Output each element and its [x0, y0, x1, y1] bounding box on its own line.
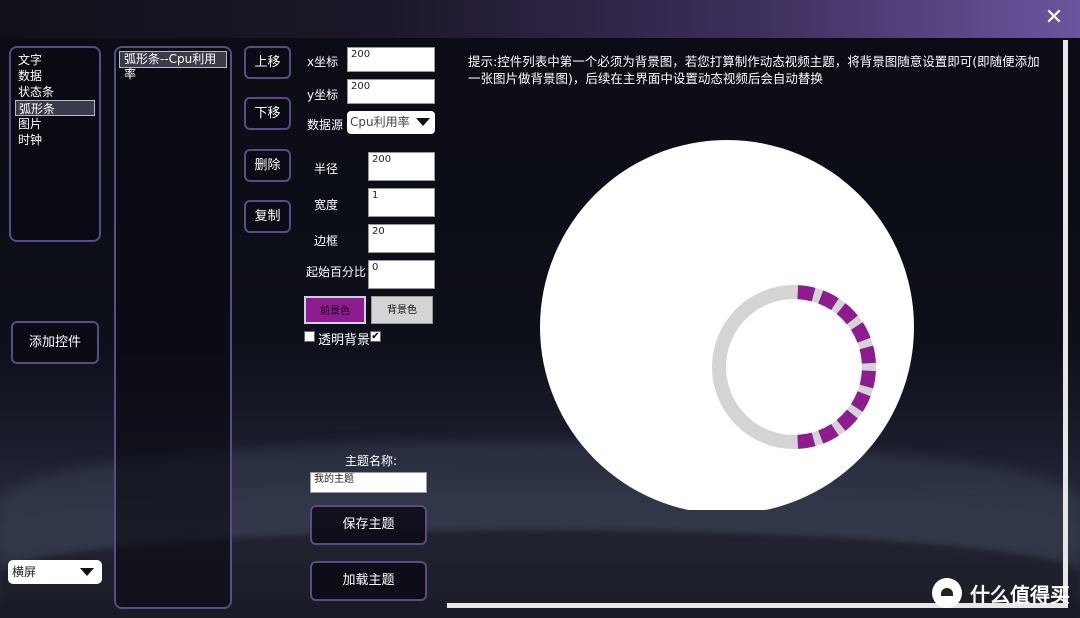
smzdm-logo-icon: [932, 578, 962, 608]
theme-preview-canvas: [540, 140, 914, 510]
type-item-text[interactable]: 文字: [15, 52, 95, 68]
type-item-status-bar[interactable]: 状态条: [15, 84, 95, 100]
data-source-label: 数据源: [307, 118, 344, 132]
background-color-button[interactable]: 背景色: [371, 296, 433, 324]
watermark-text: 什么值得买: [970, 582, 1070, 607]
type-item-arc-bar[interactable]: 弧形条: [15, 100, 95, 116]
width-input[interactable]: 1: [368, 188, 435, 217]
orientation-select[interactable]: 横屏: [8, 560, 102, 584]
radius-input[interactable]: 200: [368, 152, 435, 181]
arc-segment: [836, 303, 858, 325]
delete-button[interactable]: 删除: [244, 149, 291, 182]
width-label: 宽度: [314, 198, 339, 212]
arc-segment: [836, 409, 858, 431]
chevron-down-icon: [416, 118, 430, 126]
start-percent-label: 起始百分比: [306, 265, 367, 279]
start-percent-input[interactable]: 0: [368, 260, 435, 289]
save-theme-button[interactable]: 保存主题: [310, 505, 427, 545]
foreground-color-button[interactable]: 前景色: [304, 296, 366, 324]
control-type-list: 文字 数据 状态条 弧形条 图片 时钟: [9, 46, 101, 242]
watermark: 什么值得买: [932, 578, 1070, 608]
preview-scrollbar-vertical[interactable]: [1063, 40, 1068, 608]
y-input[interactable]: 200: [347, 79, 435, 104]
add-control-button[interactable]: 添加控件: [11, 321, 99, 364]
close-icon[interactable]: ✕: [1042, 6, 1066, 30]
arc-segment: [859, 370, 876, 389]
move-down-button[interactable]: 下移: [244, 97, 291, 130]
hint-text: 提示:控件列表中第一个必须为背景图，若您打算制作动态视频主题，将背景图随意设置即…: [468, 54, 1040, 86]
x-input[interactable]: 200: [347, 47, 435, 72]
segmented-checkbox[interactable]: ✔: [370, 331, 381, 342]
transparent-bg-checkbox[interactable]: [304, 331, 315, 342]
title-bar: ✕: [0, 0, 1080, 38]
orientation-value: 横屏: [12, 565, 37, 579]
copy-button[interactable]: 复制: [244, 200, 291, 233]
theme-name-label: 主题名称:: [345, 454, 398, 468]
control-list-item[interactable]: 弧形条--Cpu利用率: [119, 51, 227, 81]
y-label: y坐标: [307, 88, 339, 102]
chevron-down-icon: [80, 568, 94, 576]
load-theme-button[interactable]: 加载主题: [310, 561, 427, 601]
move-up-button[interactable]: 上移: [244, 46, 291, 79]
type-item-clock[interactable]: 时钟: [15, 132, 95, 148]
arc-segment: [818, 290, 839, 311]
arc-segment: [850, 391, 871, 412]
arc-segment: [818, 423, 839, 444]
data-source-value: Cpu利用率: [350, 115, 410, 129]
transparent-bg-label: 透明背景: [318, 333, 371, 348]
data-source-select[interactable]: Cpu利用率: [347, 111, 435, 134]
theme-name-input[interactable]: 我的主题: [310, 472, 427, 493]
type-item-image[interactable]: 图片: [15, 116, 95, 132]
x-label: x坐标: [307, 55, 339, 69]
control-list: 弧形条--Cpu利用率: [114, 46, 232, 609]
arc-segment: [850, 322, 871, 343]
arc-segment: [797, 285, 816, 302]
border-label: 边框: [314, 234, 339, 248]
radius-label: 半径: [314, 162, 339, 176]
type-item-data[interactable]: 数据: [15, 68, 95, 84]
arc-segment: [859, 345, 876, 364]
arc-segment: [797, 432, 816, 449]
border-input[interactable]: 20: [368, 224, 435, 253]
